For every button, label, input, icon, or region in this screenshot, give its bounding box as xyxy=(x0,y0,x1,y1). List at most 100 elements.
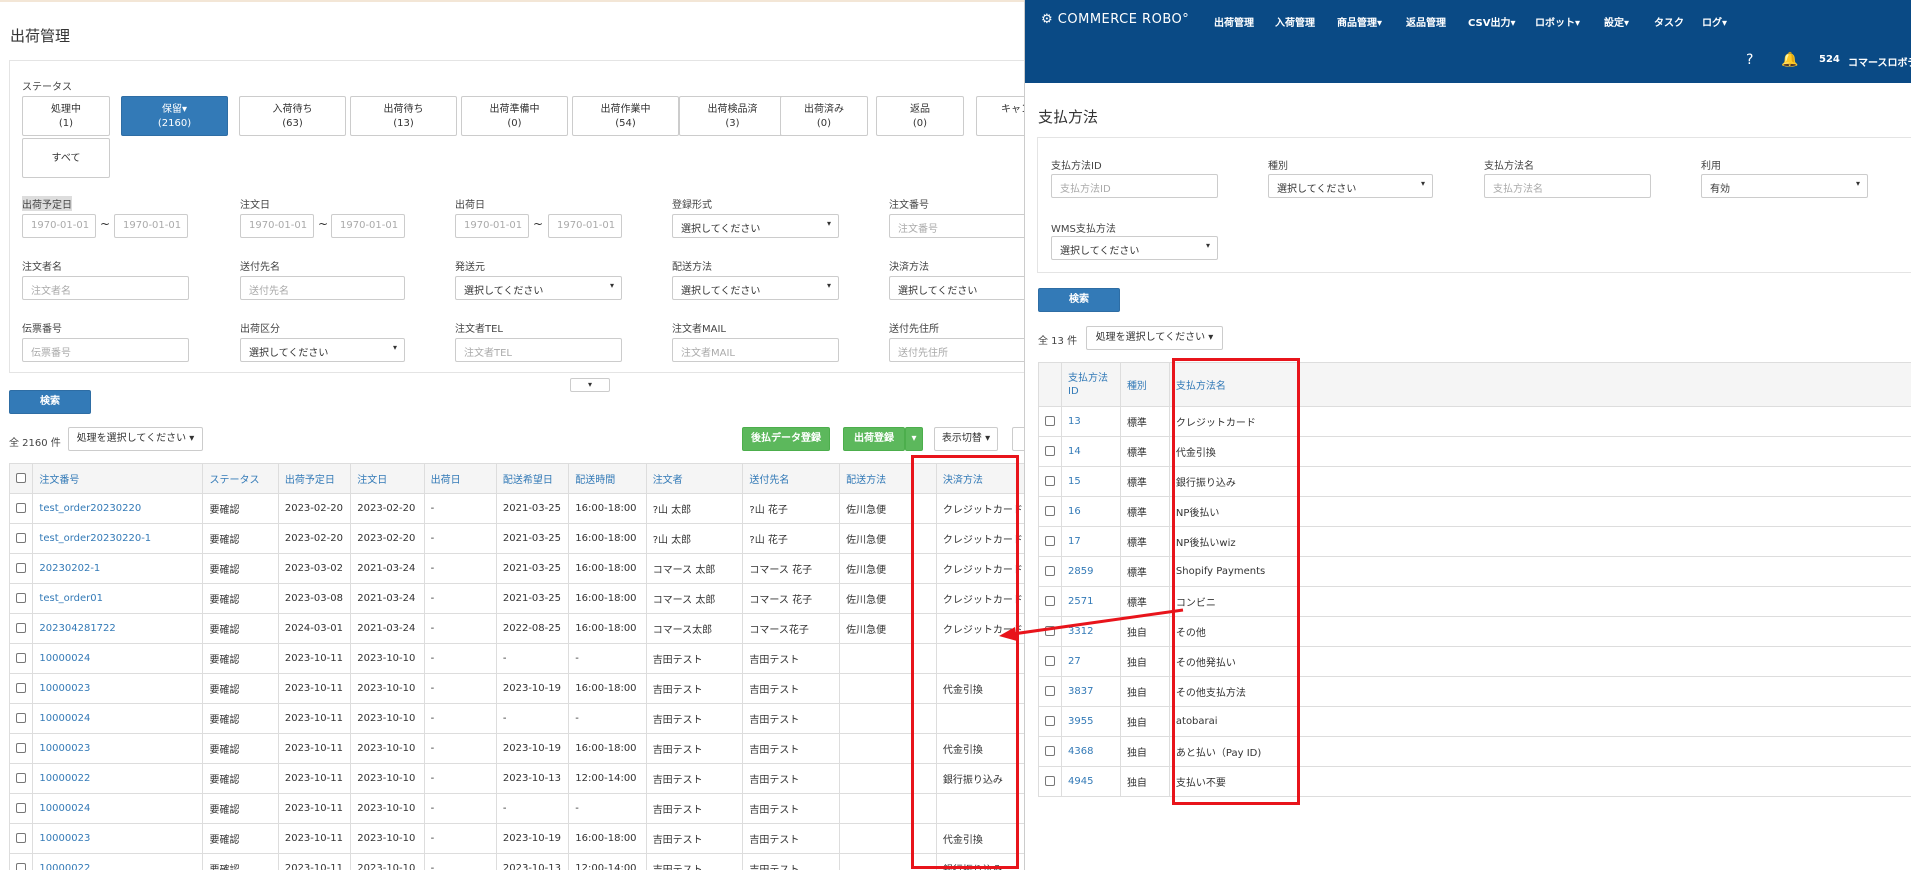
row-checkbox-cell[interactable] xyxy=(1038,406,1062,437)
status-btn-cancel[interactable]: キャン xyxy=(976,96,1024,136)
status-btn-processing[interactable]: 処理中 (1) xyxy=(22,96,110,136)
table-cell[interactable]: 13 xyxy=(1061,406,1121,437)
checkbox[interactable] xyxy=(16,683,26,693)
select-all-checkbox-cell[interactable] xyxy=(1038,362,1062,407)
table-row[interactable]: 2859 標準 Shopify Payments xyxy=(1038,556,1911,587)
table-row[interactable]: 3837 独自 その他支払方法 xyxy=(1038,676,1911,707)
checkbox[interactable] xyxy=(16,593,26,603)
status-btn-hold[interactable]: 保留▾ (2160) xyxy=(121,96,228,136)
table-cell[interactable]: 20230202-1 xyxy=(32,553,204,584)
row-checkbox-cell[interactable] xyxy=(1038,706,1062,737)
table-row[interactable]: 10000024 要確認 2023-10-11 2023-10-10- - - 吉田テスト吉… xyxy=(8,703,1024,734)
table-row[interactable]: 10000023 要確認 2023-10-11 2023-10-10-2023-10-… xyxy=(8,823,1024,854)
row-checkbox-cell[interactable] xyxy=(8,763,34,794)
status-btn-inspected[interactable]: 出荷検品済 (3) xyxy=(679,96,786,136)
table-row[interactable]: 202304281722 要確認 2024-03-01 2021-03-24-2022… xyxy=(8,613,1024,644)
checkbox[interactable] xyxy=(16,563,26,573)
dest-input[interactable]: 送付先名 xyxy=(240,276,405,300)
table-cell[interactable]: 10000024 xyxy=(32,643,204,674)
table-row[interactable]: 20230202-1 要確認 2023-03-02 2021-03-24-2021-0… xyxy=(8,553,1024,584)
row-checkbox-cell[interactable] xyxy=(8,523,34,554)
table-row[interactable]: 16 標準 NP後払い xyxy=(1038,496,1911,527)
payment-id-input[interactable]: 支払方法ID xyxy=(1051,174,1218,198)
payment-select[interactable]: 選択してください xyxy=(889,276,1024,300)
table-cell[interactable]: test_order20230220-1 xyxy=(32,523,204,554)
table-row[interactable]: test_order20230220 要確認 2023-02-20 2023-02-2… xyxy=(8,493,1024,524)
col-payment-method[interactable]: 決済方法 xyxy=(935,463,1024,494)
table-row[interactable]: 14 標準 代金引換 xyxy=(1038,436,1911,467)
row-checkbox-cell[interactable] xyxy=(1038,496,1062,527)
row-checkbox-cell[interactable] xyxy=(8,823,34,854)
table-cell[interactable]: 3955 xyxy=(1061,706,1121,737)
nav-logs[interactable]: ログ▾ xyxy=(1702,14,1727,29)
table-cell[interactable]: test_order01 xyxy=(32,583,204,614)
ship-plan-to-input[interactable]: 1970-01-01 xyxy=(114,214,188,238)
table-row[interactable]: 3955 独自 atobarai xyxy=(1038,706,1911,737)
status-btn-working[interactable]: 出荷作業中 (54) xyxy=(572,96,679,136)
help-icon[interactable]: ? xyxy=(1746,52,1753,68)
bell-icon[interactable]: 🔔 xyxy=(1781,52,1798,68)
expand-toggle-button[interactable]: ▾ xyxy=(570,378,610,392)
table-cell[interactable]: 2859 xyxy=(1061,556,1121,587)
table-row[interactable]: 10000022要確認2023-10-112023-10-10-2023-10-… xyxy=(8,763,1024,794)
table-cell[interactable]: 202304281722 xyxy=(32,613,204,644)
display-toggle-button[interactable]: 表示切替 ▾ xyxy=(934,427,998,451)
user-name[interactable]: コマースロボテ xyxy=(1848,54,1911,69)
table-cell[interactable]: 10000023 xyxy=(32,733,204,764)
table-row[interactable]: 10000023 要確認 2023-10-11 2023-10-10-2023-10-… xyxy=(8,733,1024,764)
row-checkbox-cell[interactable] xyxy=(1038,736,1062,767)
nav-shipment[interactable]: 出荷管理 xyxy=(1214,14,1254,29)
nav-arrival[interactable]: 入荷管理 xyxy=(1275,14,1315,29)
table-cell[interactable]: 4945 xyxy=(1061,766,1121,797)
col-payment-name[interactable]: 支払方法名 xyxy=(1168,362,1911,407)
table-row[interactable]: 10000024 要確認 2023-10-11 2023-10-10- - - 吉田テスト吉… xyxy=(8,643,1024,674)
table-cell[interactable]: 15 xyxy=(1061,466,1121,497)
row-checkbox-cell[interactable] xyxy=(8,673,34,704)
nav-returns[interactable]: 返品管理 xyxy=(1406,14,1446,29)
nav-robot[interactable]: ロボット▾ xyxy=(1535,14,1580,29)
table-row[interactable]: test_order01 要確認 2023-03-08 2021-03-24-2021… xyxy=(8,583,1024,614)
row-checkbox-cell[interactable] xyxy=(8,703,34,734)
ship-type-select[interactable]: 選択してください ▾ xyxy=(240,338,405,362)
row-checkbox-cell[interactable] xyxy=(1038,466,1062,497)
status-btn-awaiting-arrival[interactable]: 入荷待ち (63) xyxy=(239,96,346,136)
col-dest[interactable]: 送付先名 xyxy=(742,463,841,494)
select-all-checkbox-cell[interactable] xyxy=(8,463,34,494)
checkbox[interactable] xyxy=(16,743,26,753)
ship-register-button[interactable]: 出荷登録 xyxy=(843,427,905,451)
use-select[interactable]: 有効 ▾ xyxy=(1701,174,1868,198)
slip-input[interactable]: 伝票番号 xyxy=(22,338,189,362)
table-row[interactable]: 17 標準 NP後払いwiz xyxy=(1038,526,1911,557)
table-cell[interactable]: test_order20230220 xyxy=(32,493,204,524)
row-checkbox-cell[interactable] xyxy=(8,733,34,764)
table-row[interactable]: 13 標準 クレジットカード xyxy=(1038,406,1911,437)
checkbox[interactable] xyxy=(16,863,26,870)
table-row[interactable]: 10000022要確認2023-10-112023-10-10-2023-10-… xyxy=(8,853,1024,870)
row-checkbox-cell[interactable] xyxy=(8,493,34,524)
col-ship-plan-date[interactable]: 出荷予定日 xyxy=(277,463,352,494)
table-cell[interactable]: 10000024 xyxy=(32,793,204,824)
ship-date-to-input[interactable]: 1970-01-01 xyxy=(548,214,622,238)
search-button[interactable]: 検索 xyxy=(9,390,91,414)
col-ship-date[interactable]: 出荷日 xyxy=(423,463,497,494)
table-row[interactable]: test_order20230220-1 要確認 2023-02-20 2023-02… xyxy=(8,523,1024,554)
type-select[interactable]: 選択してください ▾ xyxy=(1268,174,1433,198)
table-cell[interactable]: 4368 xyxy=(1061,736,1121,767)
col-order-date[interactable]: 注文日 xyxy=(350,463,425,494)
status-btn-preparing[interactable]: 出荷準備中 (0) xyxy=(461,96,568,136)
order-date-to-input[interactable]: 1970-01-01 xyxy=(331,214,405,238)
checkbox[interactable] xyxy=(16,503,26,513)
row-checkbox-cell[interactable] xyxy=(8,583,34,614)
row-checkbox-cell[interactable] xyxy=(8,853,34,870)
checkbox[interactable] xyxy=(1045,716,1055,726)
table-cell[interactable]: 3837 xyxy=(1061,676,1121,707)
status-btn-shipped[interactable]: 出荷済み (0) xyxy=(780,96,868,136)
orderer-input[interactable]: 注文者名 xyxy=(22,276,189,300)
nav-products[interactable]: 商品管理▾ xyxy=(1337,14,1382,29)
checkbox[interactable] xyxy=(16,473,26,483)
table-cell[interactable]: 10000022 xyxy=(32,853,204,870)
checkbox[interactable] xyxy=(16,533,26,543)
row-checkbox-cell[interactable] xyxy=(1038,766,1062,797)
bulk-action-select[interactable]: 処理を選択してください ▾ xyxy=(68,427,203,451)
checkbox[interactable] xyxy=(1045,416,1055,426)
